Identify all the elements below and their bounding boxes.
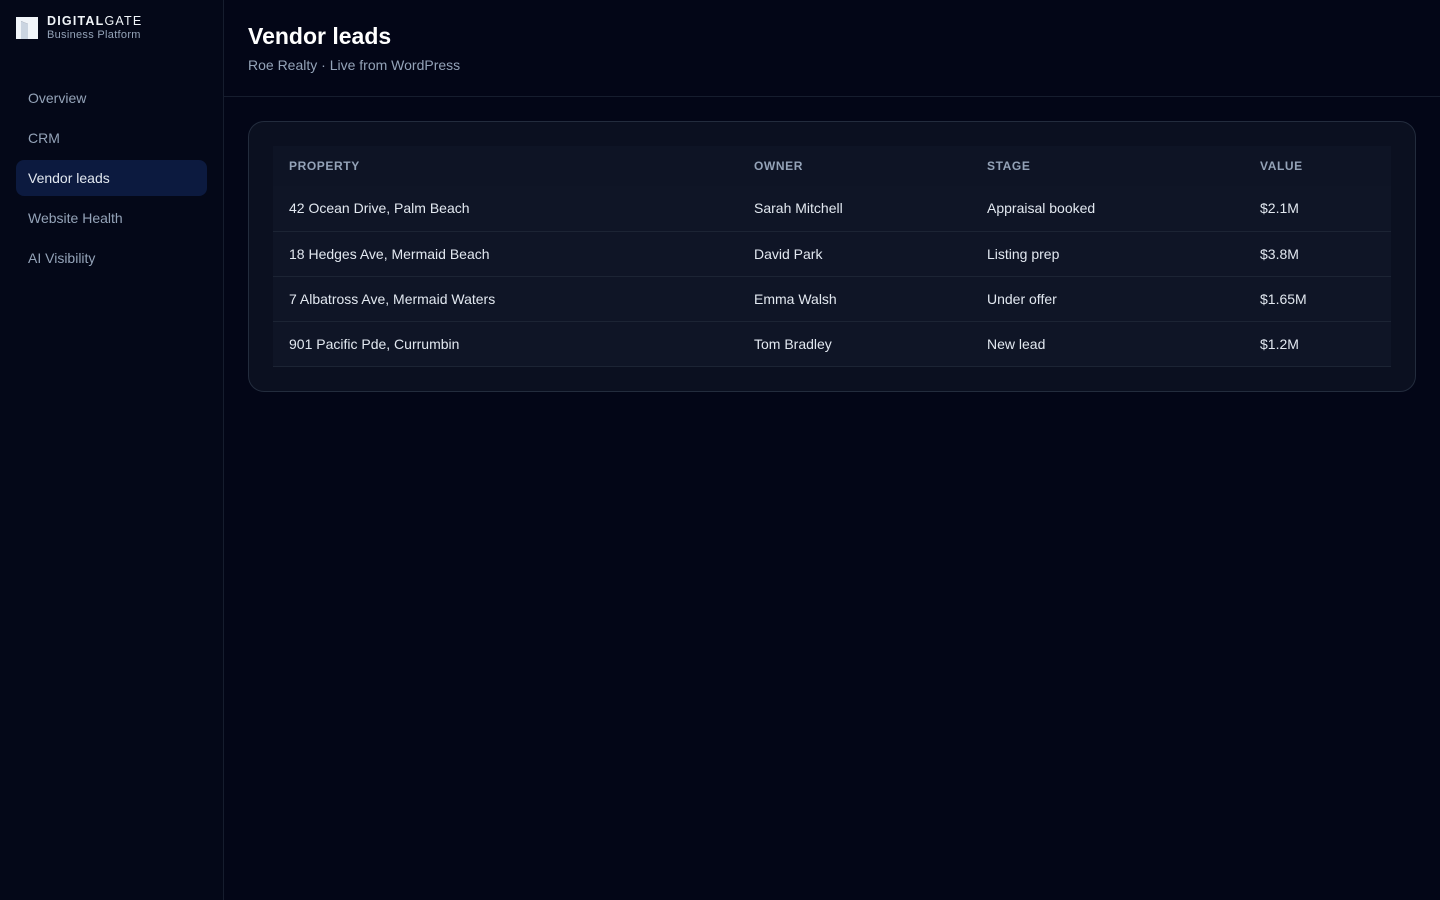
brand-text: DIGITALGATE Business Platform [47,15,142,41]
page-header: Vendor leads Roe Realty · Live from Word… [224,0,1440,97]
cell-property: 901 Pacific Pde, Currumbin [273,321,738,367]
brand-subtitle: Business Platform [47,28,141,41]
brand[interactable]: DIGITALGATE Business Platform [16,15,207,41]
cell-value: $1.65M [1244,276,1391,322]
content: PROPERTY OWNER STAGE VALUE 42 Ocean Driv… [224,97,1440,416]
main-area: Vendor leads Roe Realty · Live from Word… [224,0,1440,900]
cell-owner: David Park [738,231,971,277]
cell-property: 18 Hedges Ave, Mermaid Beach [273,231,738,277]
table-body: 42 Ocean Drive, Palm Beach Sarah Mitchel… [273,186,1391,367]
sidebar-item-website-health[interactable]: Website Health [16,200,207,236]
cell-stage: Appraisal booked [971,186,1244,232]
table-row[interactable]: 18 Hedges Ave, Mermaid Beach David Park … [273,231,1391,277]
cell-owner: Tom Bradley [738,321,971,367]
column-header-stage[interactable]: STAGE [971,146,1244,186]
app-root: DIGITALGATE Business Platform Overview C… [0,0,1440,900]
table-row[interactable]: 7 Albatross Ave, Mermaid Waters Emma Wal… [273,276,1391,322]
sidebar-nav: Overview CRM Vendor leads Website Health… [16,80,207,280]
cell-stage: Listing prep [971,231,1244,277]
brand-name-light: GATE [104,14,143,29]
cell-owner: Sarah Mitchell [738,186,971,232]
sidebar: DIGITALGATE Business Platform Overview C… [0,0,224,900]
table-header-row: PROPERTY OWNER STAGE VALUE [273,146,1391,186]
column-header-value[interactable]: VALUE [1244,146,1391,186]
sidebar-item-ai-visibility[interactable]: AI Visibility [16,240,207,276]
cell-stage: Under offer [971,276,1244,322]
table-row[interactable]: 901 Pacific Pde, Currumbin Tom Bradley N… [273,321,1391,367]
vendor-leads-card: PROPERTY OWNER STAGE VALUE 42 Ocean Driv… [248,121,1416,392]
sidebar-item-overview[interactable]: Overview [16,80,207,116]
cell-owner: Emma Walsh [738,276,971,322]
cell-value: $2.1M [1244,186,1391,232]
cell-property: 42 Ocean Drive, Palm Beach [273,186,738,232]
door-icon [16,17,38,39]
vendor-leads-table: PROPERTY OWNER STAGE VALUE 42 Ocean Driv… [273,146,1391,367]
sidebar-item-crm[interactable]: CRM [16,120,207,156]
brand-name-strong: DIGITAL [47,14,105,29]
sidebar-item-vendor-leads[interactable]: Vendor leads [16,160,207,196]
column-header-owner[interactable]: OWNER [738,146,971,186]
cell-stage: New lead [971,321,1244,367]
table-row[interactable]: 42 Ocean Drive, Palm Beach Sarah Mitchel… [273,186,1391,232]
page-title: Vendor leads [248,23,392,49]
cell-property: 7 Albatross Ave, Mermaid Waters [273,276,738,322]
brand-name: DIGITALGATE [47,15,142,28]
column-header-property[interactable]: PROPERTY [273,146,738,186]
page-subtitle: Roe Realty · Live from WordPress [248,57,461,73]
table-header: PROPERTY OWNER STAGE VALUE [273,146,1391,186]
cell-value: $3.8M [1244,231,1391,277]
cell-value: $1.2M [1244,321,1391,367]
